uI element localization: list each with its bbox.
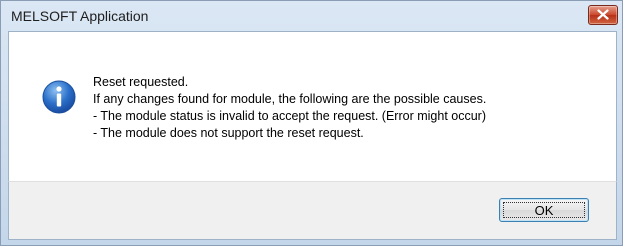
dialog-content: Reset requested. If any changes found fo… (8, 31, 617, 182)
message-line: - The module status is invalid to accept… (93, 109, 486, 123)
message-line: If any changes found for module, the fol… (93, 92, 487, 106)
message-dialog: MELSOFT Application Reset requested. If … (0, 0, 623, 246)
ok-button[interactable]: OK (499, 198, 589, 222)
close-button[interactable] (588, 5, 618, 25)
message-line: Reset requested. (93, 75, 189, 89)
message-line: - The module does not support the reset … (93, 126, 364, 140)
message-text: Reset requested. If any changes found fo… (93, 74, 613, 142)
close-icon (597, 9, 609, 20)
info-icon (42, 80, 76, 114)
title-bar: MELSOFT Application (1, 1, 622, 31)
ok-button-label: OK (534, 203, 554, 218)
window-title: MELSOFT Application (11, 8, 149, 24)
button-bar: OK (8, 181, 617, 240)
